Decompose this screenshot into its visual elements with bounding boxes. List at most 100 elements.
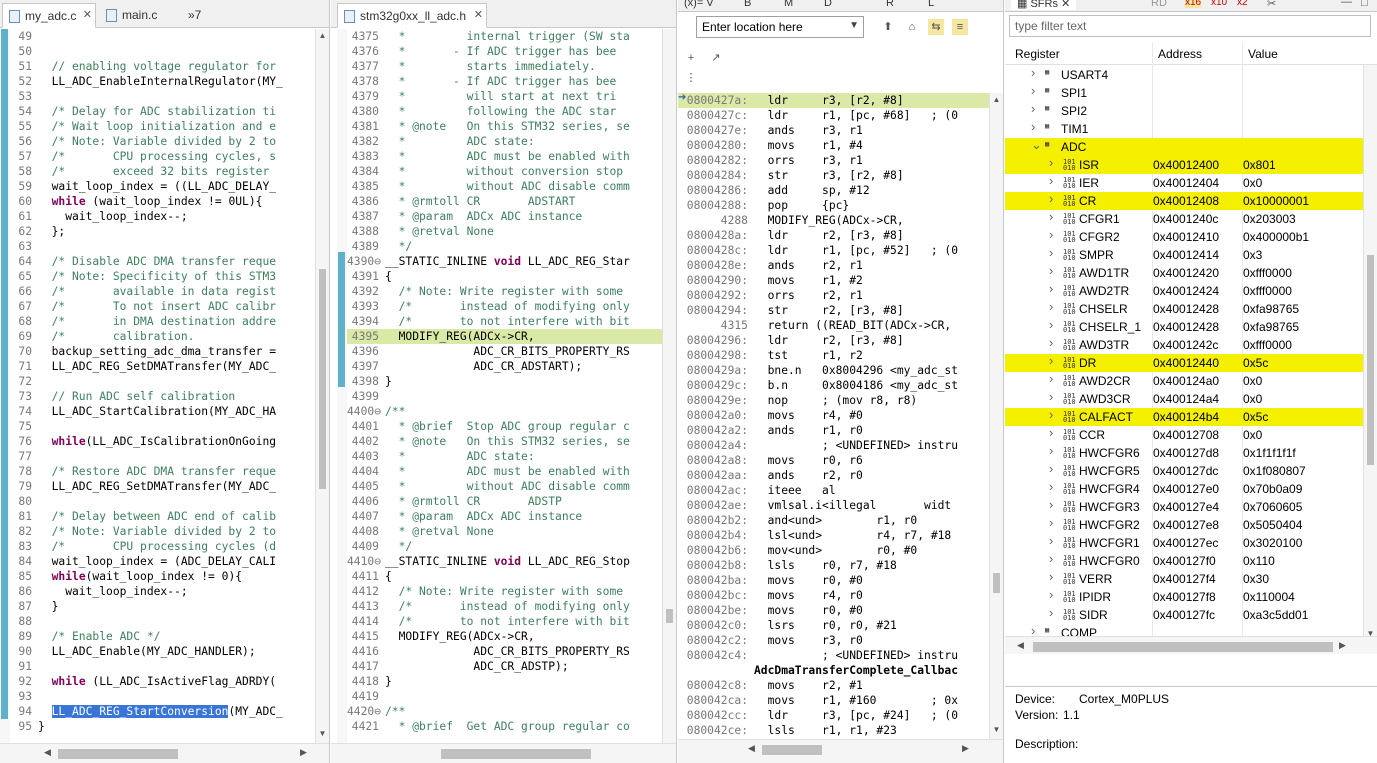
vertical-scrollbar[interactable]: ▲ ▼ [315, 29, 329, 743]
sfr-register-row[interactable]: › 101 010 IPIDR 0x400127f8 0x110004 [1005, 587, 1363, 606]
register-value[interactable]: 0xfa98765 [1243, 302, 1299, 316]
toolbar-dec[interactable]: x10 [1211, 0, 1227, 8]
sfr-register-row[interactable]: › 101 010 CALFACT 0x400124b4 0x5c [1005, 407, 1363, 426]
chevron-right-icon[interactable]: › [1049, 569, 1053, 584]
sfr-group-row[interactable]: › ▦ SPI1 [1005, 83, 1363, 102]
register-value[interactable]: 0x5050404 [1243, 518, 1302, 532]
chevron-right-icon[interactable]: › [1031, 119, 1035, 134]
chevron-right-icon[interactable]: › [1049, 335, 1053, 350]
tab-stm32g0xx-ll-adc-h[interactable]: stm32g0xx_ll_adc.h ✕ [337, 3, 487, 28]
close-icon[interactable]: ✕ [83, 8, 92, 21]
link-with-editor-icon[interactable]: ⇆ [928, 19, 944, 35]
register-value[interactable]: 0xfa98765 [1243, 320, 1299, 334]
sfr-register-row[interactable]: › 101 010 HWCFGR4 0x400127e0 0x70b0a09 [1005, 479, 1363, 498]
chevron-right-icon[interactable]: › [1049, 587, 1053, 602]
register-value[interactable]: 0x70b0a09 [1243, 482, 1302, 496]
add-icon[interactable]: + [683, 50, 699, 66]
tab-main-c[interactable]: main.c [100, 3, 170, 28]
register-value[interactable]: 0x5c [1243, 410, 1268, 424]
close-icon[interactable]: ✕ [474, 8, 483, 21]
sfr-register-row[interactable]: › 101 010 CR 0x40012408 0x10000001 [1005, 191, 1363, 210]
scroll-left-icon[interactable]: ◀ [1017, 640, 1024, 651]
sfr-group-row[interactable]: ⌄ ▦ ADC [1005, 137, 1363, 156]
chevron-right-icon[interactable]: › [1049, 281, 1053, 296]
sfr-register-row[interactable]: › 101 010 CHSELR 0x40012428 0xfa98765 [1005, 299, 1363, 318]
scroll-left-icon[interactable]: ◀ [44, 747, 51, 758]
chevron-right-icon[interactable]: › [1049, 173, 1053, 188]
code-area[interactable]: 49 50 51 // enabling voltage regulator for… [10, 29, 315, 743]
scroll-right-icon[interactable]: ▶ [300, 747, 307, 758]
home-icon[interactable]: ⌂ [904, 19, 920, 35]
more-options-icon[interactable]: ⋮ [683, 70, 699, 86]
register-value[interactable]: 0x0 [1243, 176, 1262, 190]
sfr-filter-input[interactable]: type filter text [1009, 15, 1371, 37]
chevron-right-icon[interactable]: › [1049, 515, 1053, 530]
tab-variables[interactable]: (x)= V [684, 0, 714, 9]
toolbar-bin[interactable]: x2 [1237, 0, 1248, 8]
chevron-right-icon[interactable]: › [1049, 425, 1053, 440]
sfr-register-row[interactable]: › 101 010 AWD2TR 0x40012424 0xfff0000 [1005, 281, 1363, 300]
sfr-register-row[interactable]: › 101 010 AWD3TR 0x4001242c 0xfff0000 [1005, 335, 1363, 354]
chevron-right-icon[interactable]: › [1049, 461, 1053, 476]
horizontal-scrollbar[interactable] [331, 743, 676, 763]
tab-live[interactable]: L [928, 0, 934, 9]
sfr-register-row[interactable]: › 101 010 IER 0x40012404 0x0 [1005, 173, 1363, 192]
register-value[interactable]: 0x10000001 [1243, 194, 1309, 208]
scroll-up-icon[interactable]: ▲ [316, 31, 329, 43]
scroll-thumb[interactable] [666, 609, 673, 623]
tab-breakpoints[interactable]: B [744, 0, 751, 9]
chevron-right-icon[interactable]: › [1049, 407, 1053, 422]
tab-overflow[interactable]: »7 [180, 3, 220, 28]
chevron-right-icon[interactable]: › [1049, 191, 1053, 206]
scroll-thumb[interactable] [993, 573, 1000, 593]
chevron-right-icon[interactable]: › [1049, 299, 1053, 314]
disassembly-area[interactable]: 0800427a: ldr r3, [r2, #8] 0800427c: ldr … [678, 93, 989, 739]
sfr-register-row[interactable]: › 101 010 CHSELR_1 0x40012428 0xfa98765 [1005, 317, 1363, 336]
chevron-right-icon[interactable]: › [1049, 497, 1053, 512]
chevron-down-icon[interactable]: ▼ [849, 20, 859, 31]
register-value[interactable]: 0xfff0000 [1243, 266, 1292, 280]
register-value[interactable]: 0x0 [1243, 392, 1262, 406]
scroll-thumb[interactable] [441, 749, 591, 759]
chevron-right-icon[interactable]: › [1049, 245, 1053, 260]
toolbar-rd[interactable]: RD [1151, 0, 1167, 9]
sfr-register-row[interactable]: › 101 010 HWCFGR5 0x400127dc 0x1f080807 [1005, 461, 1363, 480]
sfr-register-row[interactable]: › 101 010 HWCFGR3 0x400127e4 0x7060605 [1005, 497, 1363, 516]
sfr-register-row[interactable]: › 101 010 SMPR 0x40012414 0x3 [1005, 245, 1363, 264]
sfr-register-row[interactable]: › 101 010 CFGR1 0x4001240c 0x203003 [1005, 209, 1363, 228]
chevron-right-icon[interactable]: › [1049, 227, 1053, 242]
tool-icon[interactable]: ✂ [1267, 0, 1276, 10]
register-value[interactable]: 0x801 [1243, 158, 1276, 172]
minimize-icon[interactable]: — [1341, 0, 1352, 8]
code-area[interactable]: 4375 * internal trigger (SW sta 4376 * - … [347, 29, 662, 743]
register-value[interactable]: 0x0 [1243, 428, 1262, 442]
scroll-thumb[interactable] [762, 745, 822, 755]
show-source-icon[interactable]: ≡ [952, 19, 968, 35]
sfr-register-row[interactable]: › 101 010 SIDR 0x400127fc 0xa3c5dd01 [1005, 605, 1363, 624]
scroll-thumb[interactable] [58, 749, 178, 759]
chevron-right-icon[interactable]: › [1049, 389, 1053, 404]
register-value[interactable]: 0x30 [1243, 572, 1269, 586]
register-value[interactable]: 0x0 [1243, 374, 1262, 388]
scroll-thumb[interactable] [1367, 255, 1374, 465]
chevron-right-icon[interactable]: › [1049, 209, 1053, 224]
chevron-right-icon[interactable]: › [1049, 371, 1053, 386]
sfr-register-row[interactable]: › 101 010 AWD3CR 0x400124a4 0x0 [1005, 389, 1363, 408]
chevron-right-icon[interactable]: › [1049, 479, 1053, 494]
sfr-register-row[interactable]: › 101 010 HWCFGR0 0x400127f0 0x110 [1005, 551, 1363, 570]
sfr-register-row[interactable]: › 101 010 HWCFGR2 0x400127e8 0x5050404 [1005, 515, 1363, 534]
register-value[interactable]: 0x5c [1243, 356, 1268, 370]
chevron-right-icon[interactable]: › [1049, 317, 1053, 332]
sfr-register-row[interactable]: › 101 010 CFGR2 0x40012410 0x400000b1 [1005, 227, 1363, 246]
column-value[interactable]: Value [1248, 47, 1278, 61]
tab-sfrs[interactable]: ▦ SFRs ✕ [1011, 0, 1077, 10]
sfr-register-row[interactable]: › 101 010 CCR 0x40012708 0x0 [1005, 425, 1363, 444]
chevron-right-icon[interactable]: › [1049, 443, 1053, 458]
scroll-right-icon[interactable]: ▶ [962, 743, 969, 754]
toolbar-hex[interactable]: x16 [1185, 0, 1202, 8]
scroll-left-icon[interactable]: ◀ [748, 743, 755, 754]
tab-memory[interactable]: M [784, 0, 793, 9]
location-input[interactable]: Enter location here ▼ [696, 16, 864, 38]
sfr-group-row[interactable]: › ▦ USART4 [1005, 65, 1363, 84]
register-value[interactable]: 0xfff0000 [1243, 284, 1292, 298]
